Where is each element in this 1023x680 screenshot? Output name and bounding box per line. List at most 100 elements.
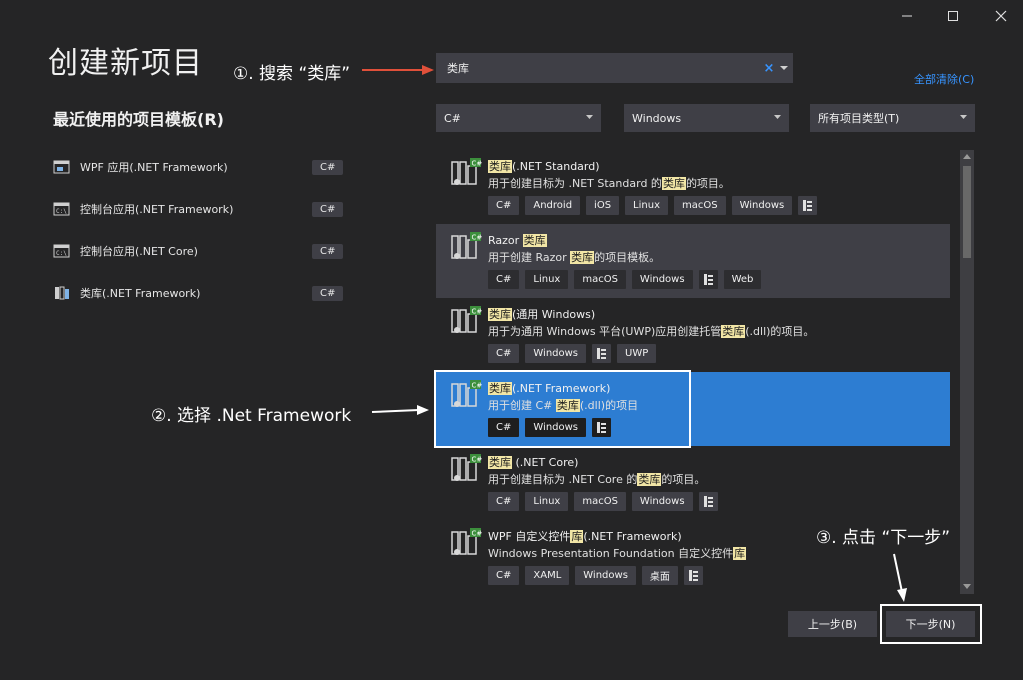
search-box[interactable]: × (436, 53, 793, 83)
template-item[interactable]: C# 类库(.NET Standard) 用于创建目标为 .NET Standard… (436, 150, 950, 224)
tag: Linux (525, 492, 569, 511)
search-highlight: 类库 (522, 234, 547, 247)
svg-text:C#: C# (472, 308, 483, 316)
library-tag-icon (592, 344, 612, 363)
clear-search-icon[interactable]: × (762, 61, 776, 76)
template-item[interactable]: C# Razor 类库 用于创建 Razor 类库的项目模板。 C# Linux macO… (436, 224, 950, 298)
recent-item-label: 控制台应用(.NET Framework) (80, 203, 234, 216)
annotation-arrow-2 (371, 405, 429, 415)
page-title: 创建新项目 (48, 46, 203, 81)
search-highlight: 类库 (488, 456, 512, 469)
back-button[interactable]: 上一步(B) (788, 611, 877, 637)
svg-text:C:\: C:\ (56, 208, 67, 215)
maximize-icon (948, 11, 958, 21)
template-list-scrollbar[interactable] (960, 150, 974, 594)
chevron-down-icon (774, 115, 781, 119)
template-description: Windows Presentation Foundation 自定义控件库 (488, 547, 747, 560)
maximize-button[interactable] (939, 6, 967, 26)
class-library-icon (52, 284, 72, 302)
class-library-icon: C# (448, 156, 482, 190)
template-name: WPF 自定义控件库(.NET Framework) (488, 530, 682, 543)
template-tags: C# Android iOS Linux macOS Windows (488, 196, 818, 215)
tag: Windows (525, 344, 587, 363)
annotation-step1: ①. 搜索 “类库” (233, 64, 351, 84)
class-library-icon: C# (448, 452, 482, 486)
template-tags: C# Windows UWP (488, 344, 657, 363)
library-tag-icon (683, 566, 703, 585)
annotation-step2: ②. 选择 .Net Framework (151, 406, 352, 426)
recent-item-console-framework[interactable]: C:\ 控制台应用(.NET Framework) C# (52, 198, 352, 220)
template-tags: C# Linux macOS Windows Web (488, 270, 762, 289)
chevron-down-icon (960, 115, 967, 119)
recent-item-console-core[interactable]: C:\ 控制台应用(.NET Core) C# (52, 240, 352, 262)
tag: macOS (574, 270, 626, 289)
svg-text:C#: C# (472, 234, 483, 242)
template-item[interactable]: C# 类库(通用 Windows) 用于为通用 Windows 平台(UWP)应用创… (436, 298, 950, 372)
language-tag: C# (312, 285, 344, 301)
svg-text:C#: C# (472, 160, 483, 168)
search-history-dropdown[interactable] (776, 65, 792, 71)
language-filter[interactable]: C# (436, 104, 601, 132)
template-description: 用于为通用 Windows 平台(UWP)应用创建托管类库(.dll)的项目。 (488, 325, 815, 338)
tag: iOS (586, 196, 620, 215)
search-highlight: 类库 (488, 308, 512, 321)
close-button[interactable] (987, 6, 1015, 26)
scroll-up-icon[interactable] (963, 153, 971, 161)
tag: Web (723, 270, 762, 289)
search-highlight: 库 (570, 530, 584, 543)
annotation-step3: ③. 点击 “下一步” (816, 528, 951, 548)
scroll-down-icon[interactable] (963, 582, 971, 590)
recent-templates-heading: 最近使用的项目模板(R) (53, 110, 224, 129)
recent-item-label: 控制台应用(.NET Core) (80, 245, 198, 258)
recent-item-label: WPF 应用(.NET Framework) (80, 161, 228, 174)
platform-filter[interactable]: Windows (624, 104, 789, 132)
chevron-down-icon (586, 115, 593, 119)
tag: Linux (625, 196, 668, 215)
template-description: 用于创建 Razor 类库的项目模板。 (488, 251, 661, 264)
search-highlight: 库 (733, 547, 747, 560)
search-highlight: 类库 (721, 325, 746, 338)
search-input[interactable] (437, 61, 762, 75)
template-item[interactable]: C# 类库 (.NET Core) 用于创建目标为 .NET Core 的类库的项目… (436, 446, 950, 520)
recent-item-wpf[interactable]: WPF 应用(.NET Framework) C# (52, 156, 352, 178)
platform-filter-value: Windows (632, 111, 682, 125)
tag: macOS (574, 492, 626, 511)
tag: C# (488, 196, 520, 215)
template-description: 用于创建目标为 .NET Core 的类库的项目。 (488, 473, 706, 486)
console-app-icon: C:\ (52, 242, 72, 260)
tag: C# (488, 270, 520, 289)
tag: XAML (525, 566, 570, 585)
close-icon (995, 10, 1007, 22)
language-filter-value: C# (444, 111, 461, 125)
template-name: 类库(通用 Windows) (488, 308, 596, 321)
next-button[interactable]: 下一步(N) (886, 611, 975, 637)
tag: C# (488, 344, 520, 363)
svg-text:C#: C# (472, 530, 483, 538)
tag: macOS (674, 196, 726, 215)
minimize-icon (902, 15, 912, 17)
annotation-arrow-3 (893, 553, 907, 602)
project-type-filter[interactable]: 所有项目类型(T) (810, 104, 975, 132)
language-tag: C# (312, 201, 344, 217)
library-tag-icon (698, 270, 718, 289)
template-name: 类库 (.NET Core) (488, 456, 579, 469)
tag: Linux (525, 270, 569, 289)
tag: C# (488, 566, 520, 585)
wpf-app-icon (52, 158, 72, 176)
recent-item-label: 类库(.NET Framework) (80, 287, 201, 300)
template-description: 用于创建目标为 .NET Standard 的类库的项目。 (488, 177, 730, 190)
tag: Windows (731, 196, 793, 215)
svg-text:C:\: C:\ (56, 250, 67, 257)
class-library-icon: C# (448, 230, 482, 264)
language-tag: C# (312, 159, 344, 175)
tag: Android (525, 196, 581, 215)
class-library-icon: C# (448, 526, 482, 560)
clear-all-link[interactable]: 全部清除(C) (914, 71, 974, 87)
recent-item-class-library[interactable]: 类库(.NET Framework) C# (52, 282, 352, 304)
minimize-button[interactable] (893, 6, 921, 26)
library-tag-icon (798, 196, 818, 215)
template-name: 类库(.NET Standard) (488, 160, 600, 173)
tag: Windows (631, 492, 693, 511)
language-tag: C# (312, 243, 344, 259)
scrollbar-thumb[interactable] (963, 166, 971, 258)
